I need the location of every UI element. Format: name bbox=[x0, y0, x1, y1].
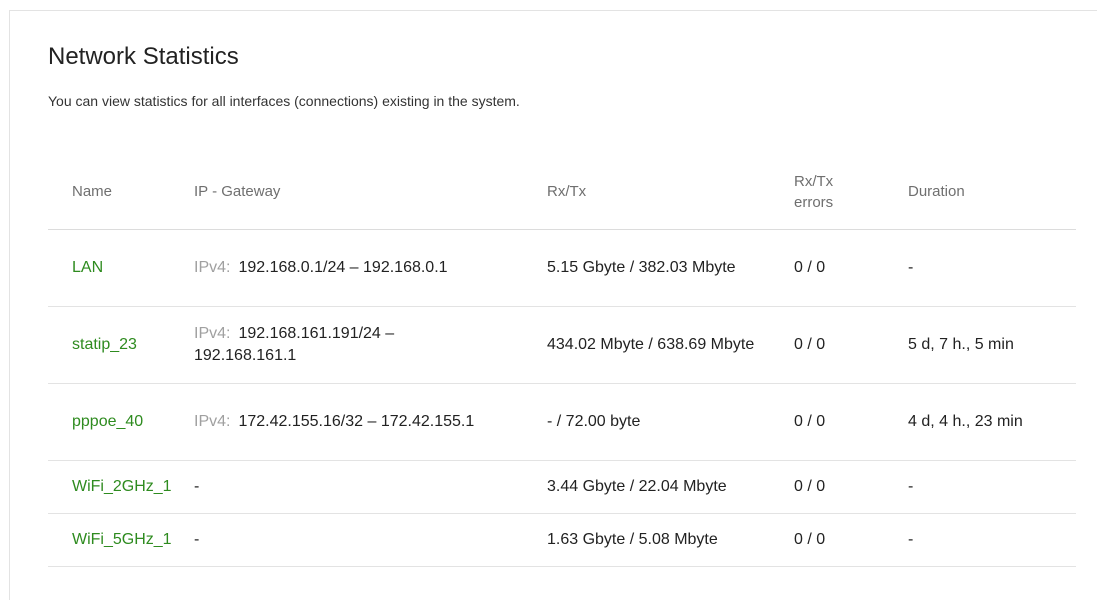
duration-value: - bbox=[908, 258, 914, 276]
errors-cell: 0 / 0 bbox=[794, 460, 908, 514]
rxtx-cell: 3.44 Gbyte / 22.04 Mbyte bbox=[547, 460, 794, 514]
name-cell: pppoe_40 bbox=[48, 383, 194, 461]
name-cell: WiFi_2GHz_1 bbox=[48, 460, 194, 514]
page-title: Network Statistics bbox=[48, 43, 239, 70]
table-row: WiFi_5GHz_1 - 1.63 Gbyte / 5.08 Mbyte 0 … bbox=[48, 513, 1076, 567]
interface-link-wifi-5ghz-1[interactable]: WiFi_5GHz_1 bbox=[72, 531, 172, 548]
ip-gateway-text: - bbox=[194, 477, 200, 495]
duration-cell: - bbox=[908, 229, 1076, 307]
duration-cell: - bbox=[908, 460, 1076, 514]
interface-link-statip-23[interactable]: statip_23 bbox=[72, 336, 137, 353]
ip-version-prefix: IPv4: bbox=[194, 324, 231, 342]
interface-link-pppoe-40[interactable]: pppoe_40 bbox=[72, 413, 143, 430]
rxtx-value: 1.63 Gbyte / 5.08 Mbyte bbox=[547, 530, 718, 548]
column-header-name: Name bbox=[48, 155, 194, 230]
page-description: You can view statistics for all interfac… bbox=[48, 93, 520, 109]
column-header-errors-label: Rx/Tx errors bbox=[794, 172, 834, 211]
ip-gateway-text: 192.168.0.1/24 – 192.168.0.1 bbox=[238, 258, 448, 276]
interface-link-lan[interactable]: LAN bbox=[72, 259, 103, 276]
ip-version-prefix: IPv4: bbox=[194, 258, 231, 276]
ip-gateway-cell: IPv4: 172.42.155.16/32 – 172.42.155.1 bbox=[194, 383, 547, 461]
interface-link-wifi-2ghz-1[interactable]: WiFi_2GHz_1 bbox=[72, 478, 172, 495]
table-row: pppoe_40 IPv4: 172.42.155.16/32 – 172.42.… bbox=[48, 383, 1076, 461]
column-header-ip-gateway: IP - Gateway bbox=[194, 155, 547, 230]
table-row: LAN IPv4: 192.168.0.1/24 – 192.168.0.1 5.… bbox=[48, 229, 1076, 307]
rxtx-cell: 5.15 Gbyte / 382.03 Mbyte bbox=[547, 229, 794, 307]
duration-value: - bbox=[908, 477, 914, 495]
rxtx-cell: - / 72.00 byte bbox=[547, 383, 794, 461]
errors-cell: 0 / 0 bbox=[794, 513, 908, 567]
duration-value: 5 d, 7 h., 5 min bbox=[908, 335, 1014, 353]
column-header-rxtx: Rx/Tx bbox=[547, 155, 794, 230]
name-cell: LAN bbox=[48, 229, 194, 307]
ip-version-prefix: IPv4: bbox=[194, 412, 231, 430]
ip-gateway-text: - bbox=[194, 530, 200, 548]
name-cell: WiFi_5GHz_1 bbox=[48, 513, 194, 567]
ip-gateway-cell: IPv4: 192.168.161.191/24 – 192.168.161.1 bbox=[194, 306, 547, 384]
rxtx-cell: 1.63 Gbyte / 5.08 Mbyte bbox=[547, 513, 794, 567]
network-statistics-table: Name IP - Gateway Rx/Tx Rx/Tx errors Dur… bbox=[48, 155, 1076, 567]
table-row: statip_23 IPv4: 192.168.161.191/24 – 192.… bbox=[48, 306, 1076, 384]
errors-cell: 0 / 0 bbox=[794, 306, 908, 384]
rxtx-value: 3.44 Gbyte / 22.04 Mbyte bbox=[547, 477, 727, 495]
errors-cell: 0 / 0 bbox=[794, 229, 908, 307]
ip-gateway-text: 172.42.155.16/32 – 172.42.155.1 bbox=[238, 412, 475, 430]
duration-cell: 4 d, 4 h., 23 min bbox=[908, 383, 1076, 461]
rxtx-value: 5.15 Gbyte / 382.03 Mbyte bbox=[547, 258, 736, 276]
duration-value: - bbox=[908, 530, 914, 548]
errors-cell: 0 / 0 bbox=[794, 383, 908, 461]
rxtx-value: 434.02 Mbyte / 638.69 Mbyte bbox=[547, 335, 755, 353]
column-header-errors: Rx/Tx errors bbox=[794, 155, 908, 230]
ip-gateway-cell: IPv4: 192.168.0.1/24 – 192.168.0.1 bbox=[194, 229, 547, 307]
rxtx-value: - / 72.00 byte bbox=[547, 412, 641, 430]
name-cell: statip_23 bbox=[48, 306, 194, 384]
duration-cell: 5 d, 7 h., 5 min bbox=[908, 306, 1076, 384]
ip-gateway-cell: - bbox=[194, 460, 547, 514]
table-header-row: Name IP - Gateway Rx/Tx Rx/Tx errors Dur… bbox=[48, 155, 1076, 230]
rxtx-cell: 434.02 Mbyte / 638.69 Mbyte bbox=[547, 306, 794, 384]
ip-gateway-value: IPv4: 172.42.155.16/32 – 172.42.155.1 bbox=[194, 411, 494, 433]
duration-value: 4 d, 4 h., 23 min bbox=[908, 412, 1023, 430]
ip-gateway-cell: - bbox=[194, 513, 547, 567]
column-header-duration: Duration bbox=[908, 155, 1076, 230]
ip-gateway-value: IPv4: 192.168.0.1/24 – 192.168.0.1 bbox=[194, 257, 494, 279]
table-row: WiFi_2GHz_1 - 3.44 Gbyte / 22.04 Mbyte 0… bbox=[48, 460, 1076, 514]
ip-gateway-value: IPv4: 192.168.161.191/24 – 192.168.161.1 bbox=[194, 323, 494, 367]
duration-cell: - bbox=[908, 513, 1076, 567]
